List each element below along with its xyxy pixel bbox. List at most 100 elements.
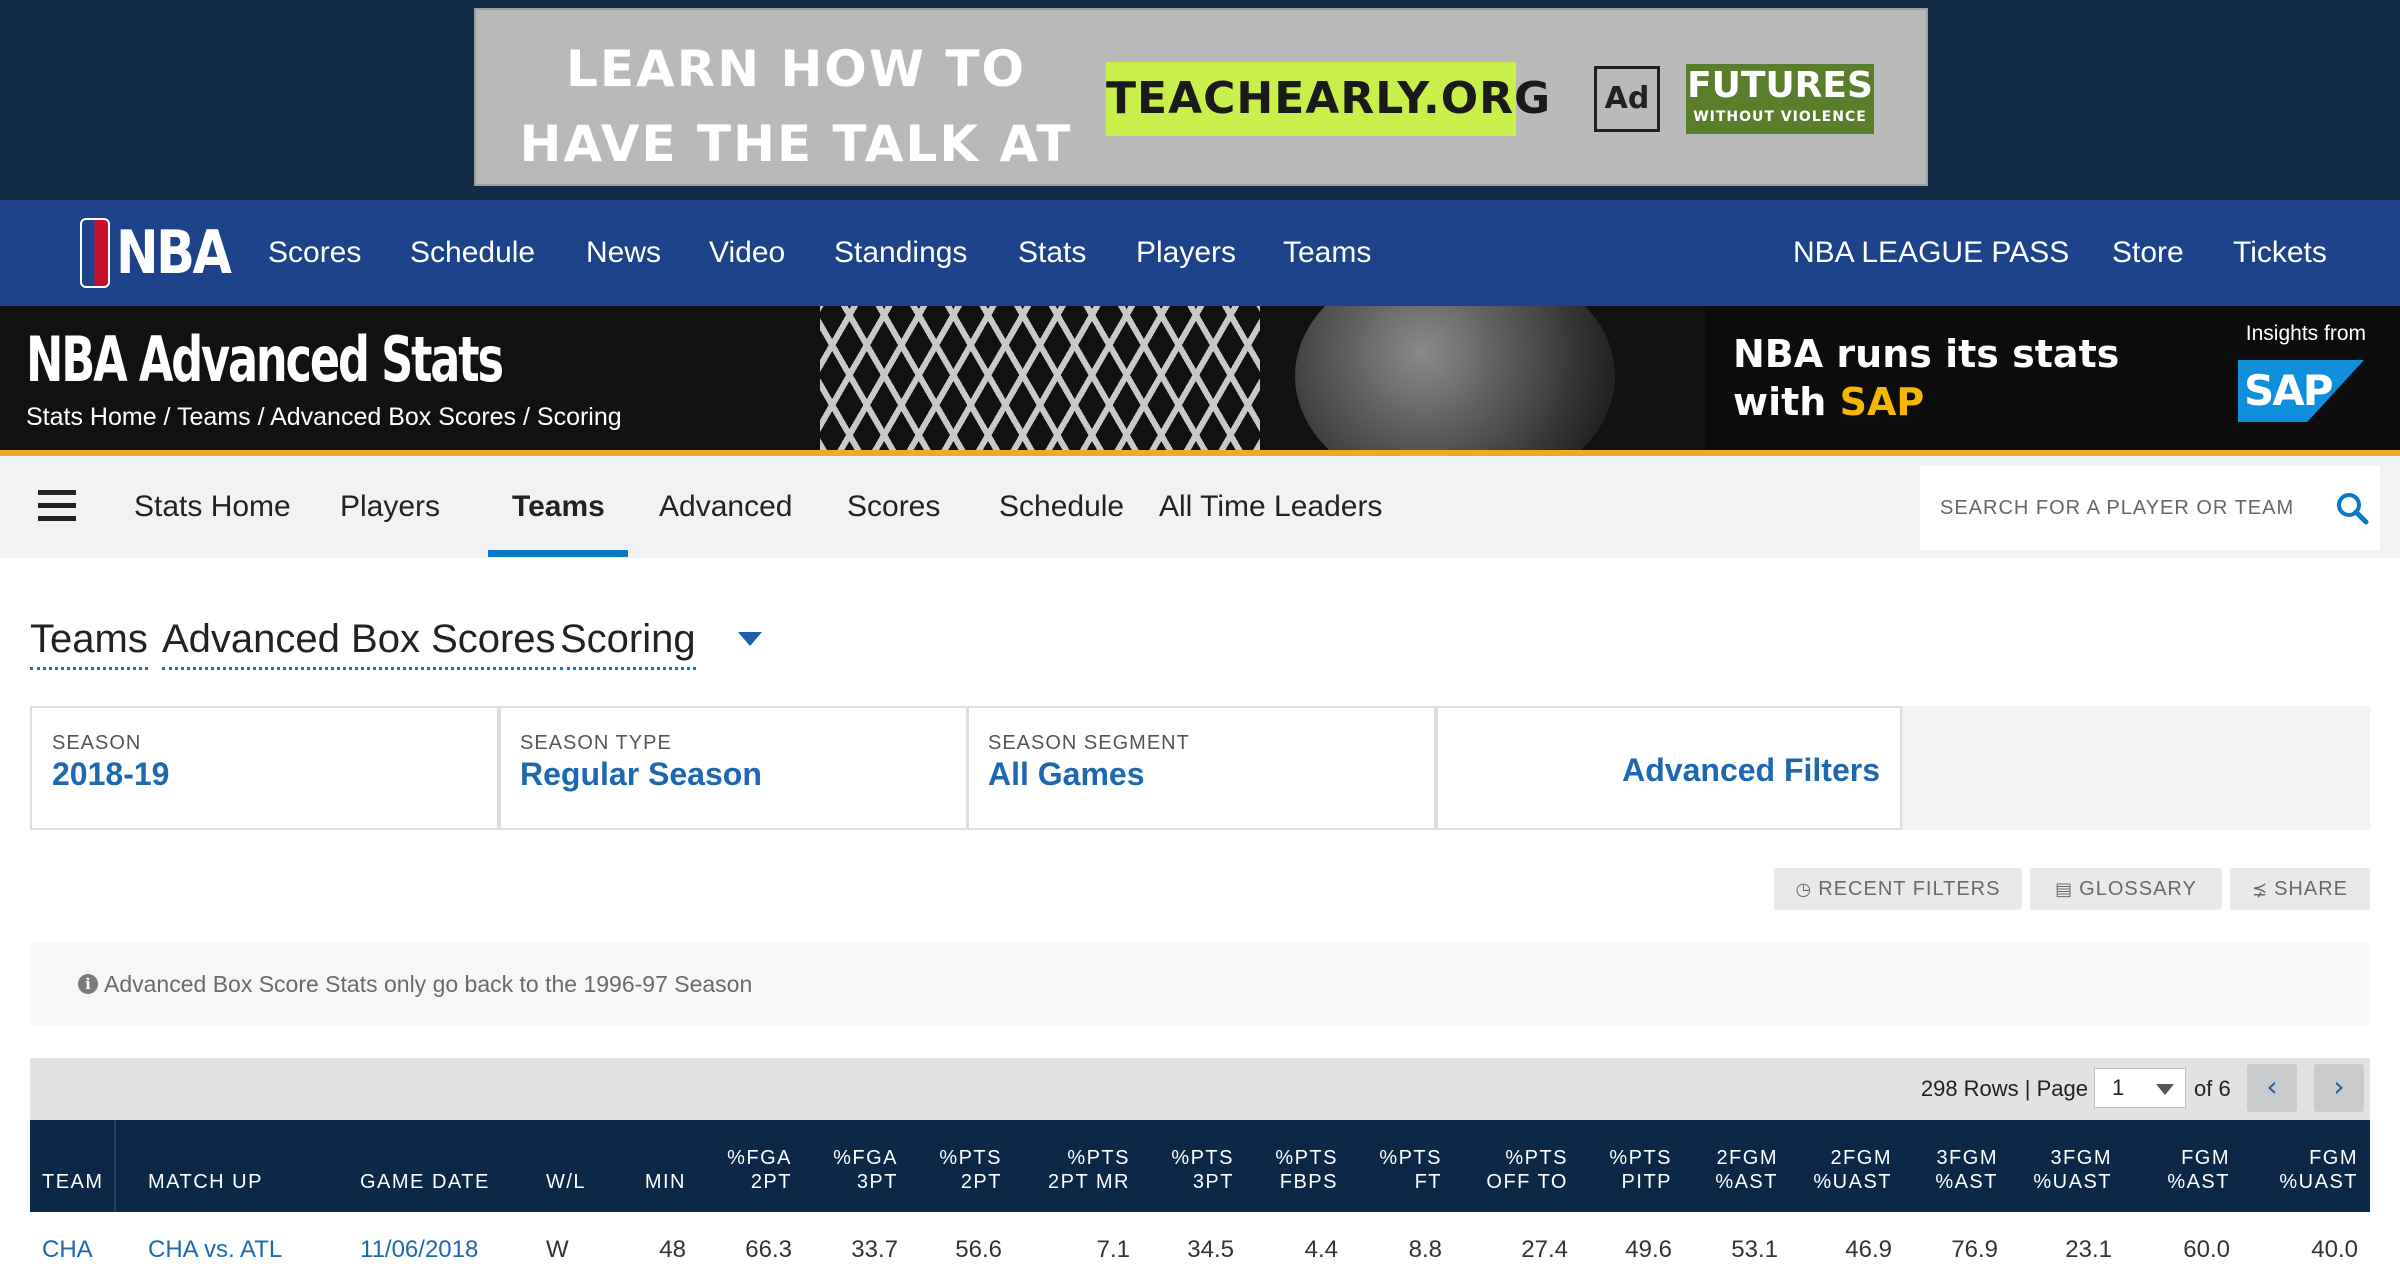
filter-season-segment-value[interactable]: All Games xyxy=(988,756,1145,793)
table-cell: W xyxy=(546,1236,569,1263)
filter-season-value[interactable]: 2018-19 xyxy=(52,756,169,793)
column-header[interactable]: %PTS 2PT xyxy=(910,1138,1002,1194)
sap-insights-label: Insights from xyxy=(2245,322,2366,345)
subnav-scores[interactable]: Scores xyxy=(847,456,940,558)
basketball-net-graphic xyxy=(820,306,1260,450)
basketball-graphic xyxy=(1295,306,1615,450)
book-icon: ▤ xyxy=(2055,879,2074,900)
table-cell: 4.4 xyxy=(1304,1236,1338,1263)
ad-headline: LEARN HOW TO HAVE THE TALK AT xyxy=(516,32,1076,182)
title-scoring[interactable]: Scoring xyxy=(560,610,696,670)
ad-council-logo: Ad xyxy=(1594,66,1660,132)
nav-league-pass[interactable]: NBA LEAGUE PASS xyxy=(1793,200,2069,306)
subnav-teams[interactable]: Teams xyxy=(512,456,605,558)
page-select-value[interactable]: 1 xyxy=(2112,1073,2124,1103)
header-divider xyxy=(114,1120,116,1212)
column-header[interactable]: GAME DATE xyxy=(360,1138,510,1194)
chevron-down-icon[interactable] xyxy=(738,632,762,646)
subnav-advanced[interactable]: Advanced xyxy=(659,456,792,558)
nav-news[interactable]: News xyxy=(586,200,661,306)
column-header[interactable]: %PTS FBPS xyxy=(1244,1138,1338,1194)
ad-headline-line2: HAVE THE TALK AT xyxy=(519,115,1073,173)
sap-tagline-prefix: with xyxy=(1733,380,1840,424)
nav-scores[interactable]: Scores xyxy=(268,200,361,306)
ad-url[interactable]: TEACHEARLY.ORG xyxy=(1106,62,1550,136)
search-icon[interactable] xyxy=(2334,490,2370,526)
sap-tagline: NBA runs its stats with SAP xyxy=(1733,330,2119,426)
nba-logo[interactable]: NBA xyxy=(80,218,249,288)
next-page-button[interactable]: › xyxy=(2314,1064,2364,1112)
column-header[interactable]: MATCH UP xyxy=(148,1138,328,1194)
ad-banner[interactable]: LEARN HOW TO HAVE THE TALK AT TEACHEARLY… xyxy=(474,8,1928,186)
nav-standings[interactable]: Standings xyxy=(834,200,967,306)
table-cell: 8.8 xyxy=(1408,1236,1442,1263)
nba-logo-text: NBA xyxy=(116,218,232,288)
subnav-all-time-leaders[interactable]: All Time Leaders xyxy=(1159,456,1382,558)
nav-teams[interactable]: Teams xyxy=(1283,200,1371,306)
column-header[interactable]: W/L xyxy=(546,1138,606,1194)
chevron-left-icon: ‹ xyxy=(2266,1070,2278,1103)
share-icon: ⪱ xyxy=(2252,879,2269,900)
nba-logoman-icon xyxy=(80,218,110,288)
glossary-label: GLOSSARY xyxy=(2079,878,2197,900)
hamburger-menu-icon[interactable] xyxy=(38,490,76,522)
filter-season-type-value[interactable]: Regular Season xyxy=(520,756,762,793)
nav-schedule[interactable]: Schedule xyxy=(410,200,535,306)
column-header[interactable]: %PTS FT xyxy=(1350,1138,1442,1194)
futures-logo: FUTURES WITHOUT VIOLENCE xyxy=(1686,64,1874,134)
subnav-stats-home[interactable]: Stats Home xyxy=(134,456,291,558)
table-cell: 53.1 xyxy=(1731,1236,1778,1263)
team-link[interactable]: CHA xyxy=(42,1232,112,1268)
advanced-filters-link[interactable]: Advanced Filters xyxy=(1450,752,1880,789)
chevron-down-icon[interactable] xyxy=(2156,1084,2174,1095)
game-date-link[interactable]: 11/06/2018 xyxy=(360,1232,510,1268)
nav-stats[interactable]: Stats xyxy=(1018,200,1086,306)
glossary-button[interactable]: ▤ GLOSSARY xyxy=(2030,868,2222,910)
table-cell: 40.0 xyxy=(2311,1236,2358,1263)
column-header[interactable]: TEAM xyxy=(42,1138,112,1194)
prev-page-button[interactable]: ‹ xyxy=(2247,1064,2297,1112)
table-cell: 56.6 xyxy=(955,1236,1002,1263)
column-header[interactable]: %PTS 2PT MR xyxy=(1016,1138,1130,1194)
sap-tagline-line1: NBA runs its stats xyxy=(1733,332,2120,376)
info-note-text: Advanced Box Score Stats only go back to… xyxy=(104,971,753,997)
search-input[interactable] xyxy=(1940,480,2310,536)
filter-season-type-label: SEASON TYPE xyxy=(520,732,672,754)
column-header[interactable]: %FGA 3PT xyxy=(806,1138,898,1194)
column-header[interactable]: %PTS 3PT xyxy=(1140,1138,1234,1194)
table-cell: 34.5 xyxy=(1187,1236,1234,1263)
active-tab-indicator xyxy=(488,550,628,557)
title-advanced-box-scores[interactable]: Advanced Box Scores xyxy=(162,610,556,670)
table-cell: 76.9 xyxy=(1951,1236,1998,1263)
column-header[interactable]: 3FGM %UAST xyxy=(2010,1138,2112,1194)
table-cell: 66.3 xyxy=(745,1236,792,1263)
table-cell: 48 xyxy=(659,1236,686,1263)
subnav-players[interactable]: Players xyxy=(340,456,440,558)
column-header[interactable]: 3FGM %AST xyxy=(1904,1138,1998,1194)
recent-filters-label: RECENT FILTERS xyxy=(1818,878,2001,900)
nav-players[interactable]: Players xyxy=(1136,200,1236,306)
share-button[interactable]: ⪱ SHARE xyxy=(2230,868,2370,910)
column-header[interactable]: %PTS OFF TO xyxy=(1456,1138,1568,1194)
column-header[interactable]: %PTS PITP xyxy=(1578,1138,1672,1194)
column-header[interactable]: FGM %UAST xyxy=(2240,1138,2358,1194)
ad-headline-line1: LEARN HOW TO xyxy=(566,40,1026,98)
nav-video[interactable]: Video xyxy=(709,200,785,306)
column-header[interactable]: MIN xyxy=(620,1138,686,1194)
title-teams[interactable]: Teams xyxy=(30,610,148,670)
column-header[interactable]: %FGA 2PT xyxy=(700,1138,792,1194)
table-cell: 27.4 xyxy=(1521,1236,1568,1263)
info-icon: i xyxy=(78,974,98,994)
clock-icon: ◷ xyxy=(1795,879,1813,900)
column-header[interactable]: 2FGM %UAST xyxy=(1790,1138,1892,1194)
subnav-schedule[interactable]: Schedule xyxy=(999,456,1124,558)
table-cell: 49.6 xyxy=(1625,1236,1672,1263)
advanced-stats-title[interactable]: NBA Advanced Stats xyxy=(26,312,504,408)
column-header[interactable]: FGM %AST xyxy=(2124,1138,2230,1194)
table-cell: 33.7 xyxy=(851,1236,898,1263)
column-header[interactable]: 2FGM %AST xyxy=(1684,1138,1778,1194)
recent-filters-button[interactable]: ◷ RECENT FILTERS xyxy=(1774,868,2022,910)
matchup-link[interactable]: CHA vs. ATL xyxy=(148,1232,328,1268)
nav-tickets[interactable]: Tickets xyxy=(2233,200,2327,306)
nav-store[interactable]: Store xyxy=(2112,200,2184,306)
